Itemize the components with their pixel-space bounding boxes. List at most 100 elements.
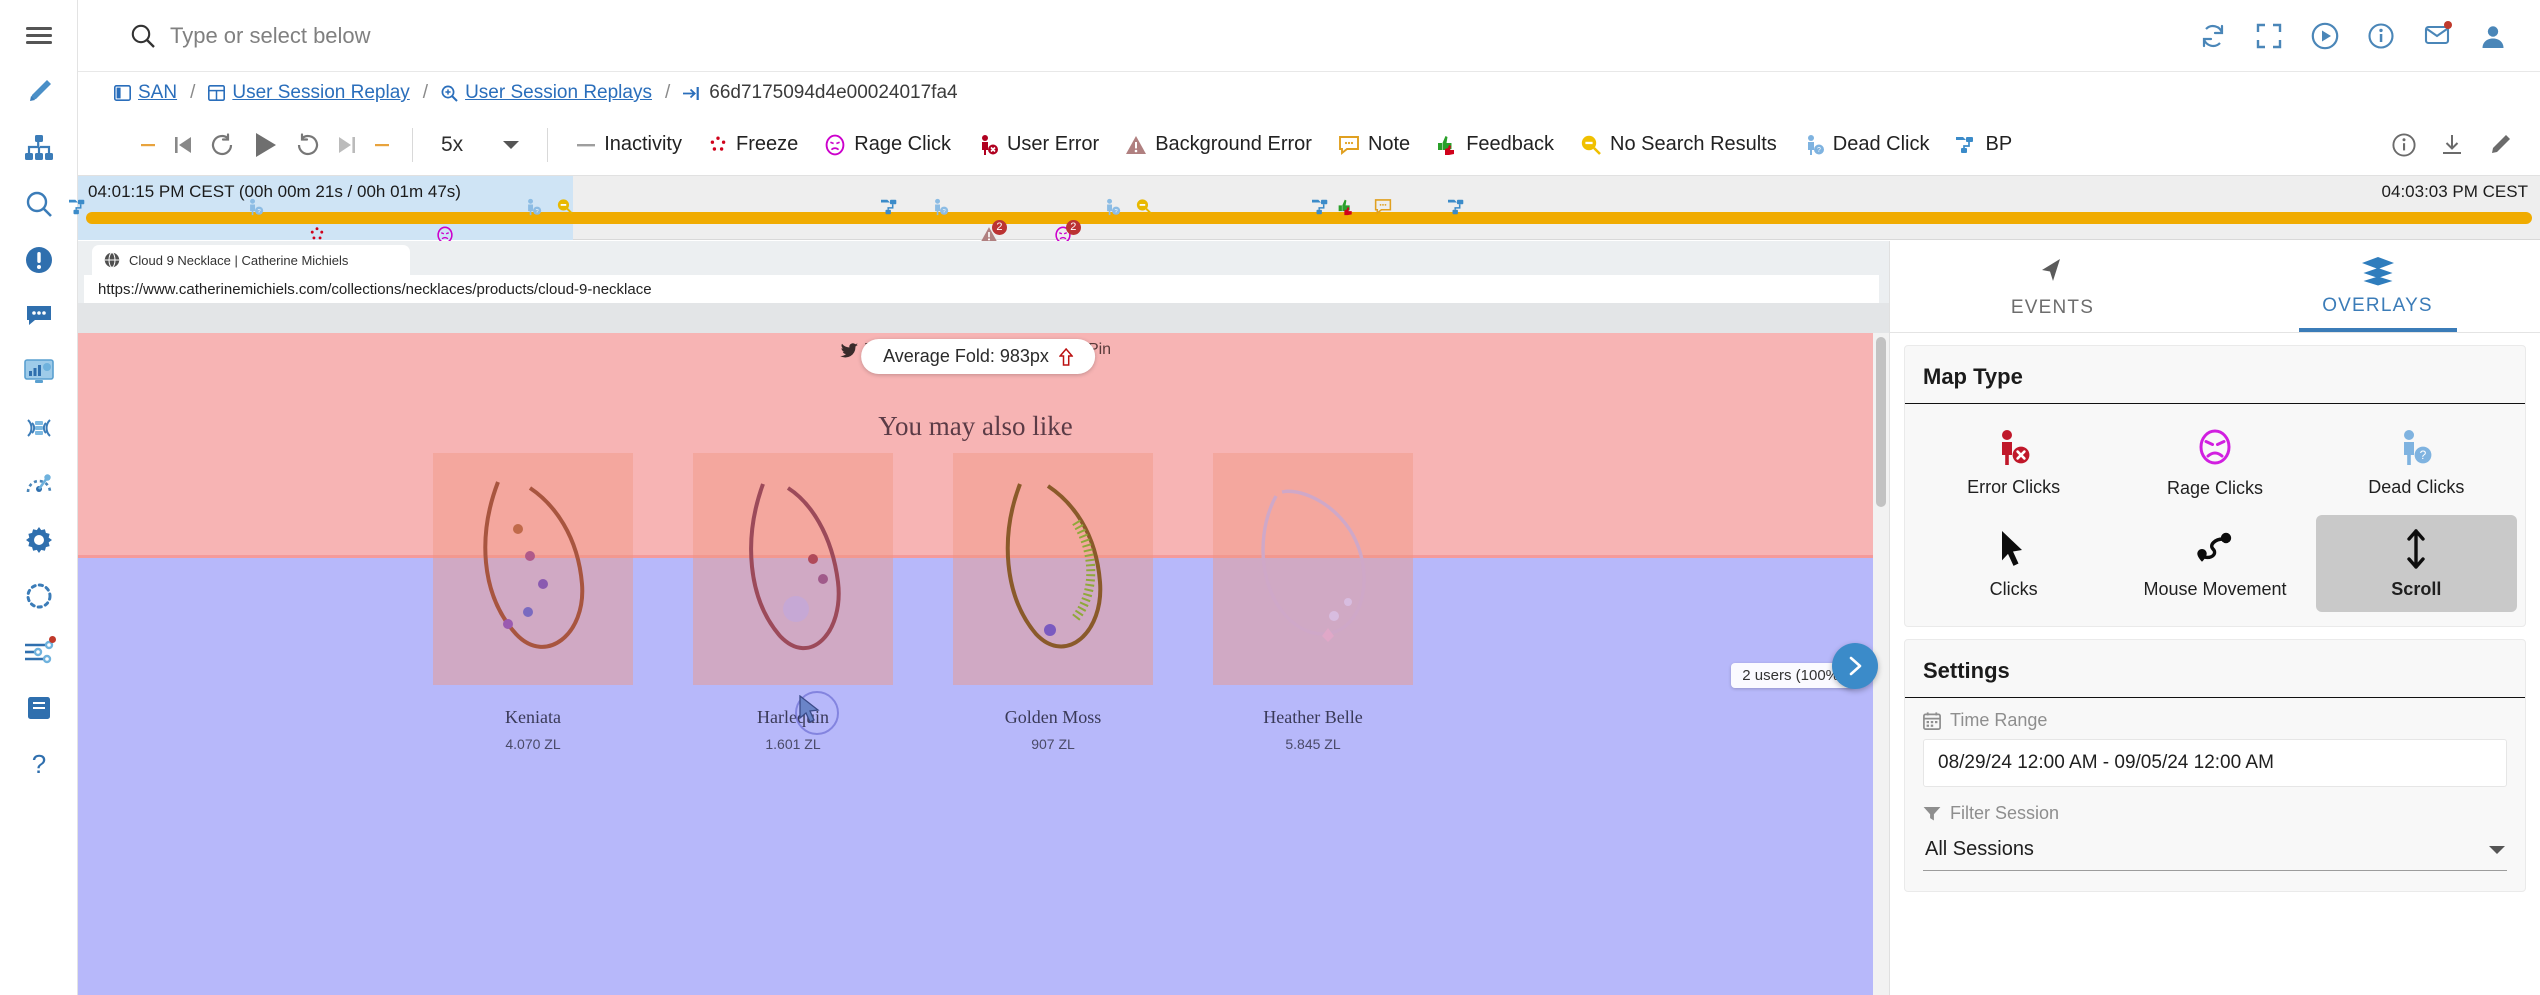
search-icon [130, 23, 156, 49]
timeline-marker-note[interactable] [1374, 198, 1392, 220]
browser-tab[interactable]: Cloud 9 Necklace | Catherine Michiels [92, 245, 410, 275]
search-input[interactable]: Type or select below [130, 13, 2196, 59]
timeline-marker-feedback[interactable] [1337, 198, 1355, 221]
forward-button[interactable] [296, 133, 320, 157]
timeline-marker-dead-click[interactable]: ? [524, 198, 542, 221]
map-type-rage-clicks[interactable]: Rage Clicks [2114, 414, 2315, 511]
info-icon[interactable] [2392, 133, 2416, 157]
menu-icon[interactable] [8, 8, 70, 64]
breadcrumb-label-session-id: 66d7175094d4e00024017fa4 [709, 82, 957, 104]
breadcrumb-label-san[interactable]: SAN [138, 82, 177, 104]
map-type-error-clicks[interactable]: Error Clicks [1913, 414, 2114, 511]
breadcrumb-item-user-session-replay[interactable]: User Session Replay [208, 82, 409, 104]
edit-icon[interactable] [2488, 133, 2512, 157]
playback-speed-select[interactable]: 5x [435, 133, 525, 157]
download-icon[interactable] [2440, 133, 2464, 157]
legend-label-rage-click: Rage Click [854, 133, 951, 156]
dotted-circle-icon[interactable] [8, 568, 70, 624]
session-timeline[interactable]: 04:01:15 PM CEST (00h 00m 21s / 00h 01m … [78, 176, 2540, 240]
browser-url-bar[interactable]: https://www.catherinemichiels.com/collec… [84, 275, 1879, 303]
sliders-icon[interactable] [8, 624, 70, 680]
grid-icon [208, 85, 225, 101]
legend-note[interactable]: Note [1338, 133, 1410, 156]
help-icon[interactable]: ? [8, 736, 70, 792]
bp-icon [1955, 135, 1977, 155]
scrollbar-thumb[interactable] [1876, 337, 1886, 507]
map-type-label-dead-clicks: Dead Clicks [2368, 477, 2464, 498]
user-account-icon[interactable] [2476, 19, 2510, 53]
search-icon[interactable] [8, 176, 70, 232]
timeline-marker-bp[interactable] [1447, 198, 1467, 221]
notifications-icon[interactable] [2420, 19, 2454, 53]
legend-dead-click[interactable]: ? Dead Click [1803, 133, 1930, 156]
list-item[interactable]: Harlequin 1.601 ZL [693, 453, 893, 752]
skip-previous-button[interactable] [172, 134, 194, 156]
map-type-scroll[interactable]: Scroll [2316, 515, 2517, 612]
breadcrumb-label-user-session-replay[interactable]: User Session Replay [232, 82, 409, 104]
legend-freeze[interactable]: Freeze [708, 133, 798, 156]
rewind-button[interactable] [210, 133, 234, 157]
timeline-marker-dead-click[interactable]: ? [1103, 198, 1121, 221]
timeline-marker-bp[interactable] [880, 198, 900, 221]
list-item[interactable]: Keniata 4.070 ZL [433, 453, 633, 752]
timeline-marker-dead-click[interactable]: ? [931, 198, 949, 221]
filter-session-value: All Sessions [1925, 838, 2034, 861]
map-type-dead-clicks[interactable]: ? Dead Clicks [2316, 414, 2517, 511]
tab-overlays[interactable]: OVERLAYS [2215, 241, 2540, 332]
list-item[interactable]: Golden Moss 907 ZL [953, 453, 1153, 752]
toolbar-divider-2 [547, 128, 548, 162]
legend-feedback[interactable]: Feedback [1436, 133, 1554, 156]
twitter-icon [840, 343, 858, 358]
chat-icon[interactable] [8, 288, 70, 344]
timeline-marker-no-search-results[interactable] [1136, 198, 1153, 220]
timeline-marker-no-search-results[interactable] [557, 198, 574, 220]
refresh-icon[interactable] [2196, 19, 2230, 53]
legend-rage-click[interactable]: Rage Click [824, 133, 951, 156]
time-range-input[interactable]: 08/29/24 12:00 AM - 09/05/24 12:00 AM [1923, 739, 2507, 787]
breadcrumb-separator-2: / [423, 82, 428, 104]
list-item[interactable]: Heather Belle 5.845 ZL [1213, 453, 1413, 752]
book-icon[interactable] [8, 680, 70, 736]
svg-text:?: ? [1817, 147, 1821, 154]
breadcrumb-label-user-session-replays[interactable]: User Session Replays [465, 82, 652, 104]
map-type-clicks[interactable]: Clicks [1913, 515, 2114, 612]
legend-background-error[interactable]: Background Error [1125, 133, 1312, 156]
play-circle-icon[interactable] [2308, 19, 2342, 53]
breadcrumb-separator-1: / [190, 82, 195, 104]
dead-click-icon: ? [1803, 134, 1825, 156]
database-signal-icon[interactable] [8, 400, 70, 456]
breadcrumb-item-user-session-replays[interactable]: User Session Replays [441, 82, 652, 104]
step-back-minus-button[interactable] [140, 137, 156, 153]
fullscreen-icon[interactable] [2252, 19, 2286, 53]
tab-events[interactable]: EVENTS [1890, 241, 2215, 332]
product-image [1213, 453, 1413, 685]
map-type-mouse-movement[interactable]: Mouse Movement [2114, 515, 2315, 612]
timeline-marker-dead-click[interactable]: ? [246, 198, 264, 221]
legend-bp[interactable]: BP [1955, 133, 2012, 156]
product-price: 5.845 ZL [1213, 736, 1413, 752]
gauge-icon[interactable] [8, 456, 70, 512]
legend-no-search-results[interactable]: No Search Results [1580, 133, 1777, 156]
info-icon[interactable] [2364, 19, 2398, 53]
play-button[interactable] [250, 130, 280, 160]
pencil-icon[interactable] [8, 64, 70, 120]
timeline-progress-bar[interactable] [86, 212, 2532, 224]
legend-inactivity[interactable]: Inactivity [576, 133, 682, 156]
monitor-analytics-icon[interactable] [8, 344, 70, 400]
user-error-icon [977, 134, 999, 156]
gear-icon[interactable] [8, 512, 70, 568]
toolbar-divider-1 [412, 128, 413, 162]
next-page-button[interactable] [1832, 643, 1878, 689]
tab-label-events: EVENTS [2011, 297, 2094, 319]
timeline-marker-bp[interactable] [68, 198, 88, 221]
layers-icon [2361, 256, 2395, 286]
alert-icon[interactable] [8, 232, 70, 288]
breadcrumb-item-san[interactable]: SAN [114, 82, 177, 104]
step-forward-plus-button[interactable] [374, 137, 390, 153]
filter-session-select[interactable]: All Sessions [1923, 832, 2507, 871]
legend-user-error[interactable]: User Error [977, 133, 1099, 156]
timeline-marker-bp[interactable] [1311, 198, 1331, 221]
sitemap-icon[interactable] [8, 120, 70, 176]
skip-next-button[interactable] [336, 134, 358, 156]
average-fold-text: Average Fold: 983px [883, 346, 1049, 367]
